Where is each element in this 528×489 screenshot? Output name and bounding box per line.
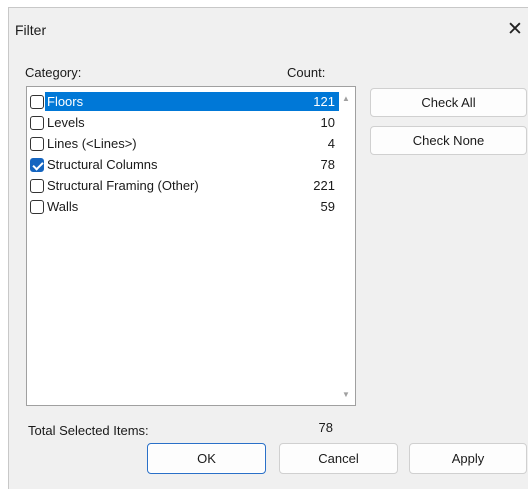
category-label: Lines (<Lines>) (47, 136, 137, 151)
list-item[interactable]: Walls 59 (28, 197, 339, 218)
checkbox[interactable] (30, 95, 44, 109)
list-scrollbar[interactable]: ▲ ▼ (338, 88, 354, 404)
count-column-header: Count: (287, 65, 326, 80)
category-count: 10 (320, 115, 335, 130)
list-item[interactable]: Structural Columns 78 (28, 155, 339, 176)
checkbox[interactable] (30, 137, 44, 151)
category-label: Levels (47, 115, 85, 130)
checkbox[interactable] (30, 158, 44, 172)
scroll-down-icon[interactable]: ▼ (338, 387, 354, 403)
category-count: 221 (313, 178, 335, 193)
category-count: 121 (313, 94, 335, 109)
category-label: Walls (47, 199, 79, 214)
checkbox[interactable] (30, 179, 44, 193)
total-selected-value: 78 (318, 420, 333, 435)
check-all-button[interactable]: Check All (370, 88, 527, 117)
apply-button[interactable]: Apply (409, 443, 527, 474)
category-count: 78 (320, 157, 335, 172)
category-list[interactable]: Floors 121 Levels 10 Lines (<Lines>) 4 Structu… (26, 86, 356, 406)
ok-button[interactable]: OK (147, 443, 266, 474)
category-count: 59 (320, 199, 335, 214)
category-column-header: Category: (25, 65, 82, 80)
category-label: Floors (47, 94, 84, 109)
list-item[interactable]: Floors 121 (28, 92, 339, 113)
list-item[interactable]: Structural Framing (Other) 221 (28, 176, 339, 197)
title-bar: Filter ✕ (9, 8, 528, 48)
category-label: Structural Columns (47, 157, 158, 172)
category-rows: Floors 121 Levels 10 Lines (<Lines>) 4 Structu… (28, 92, 339, 218)
dialog-title: Filter (15, 22, 47, 38)
category-count: 4 (327, 136, 335, 151)
list-item[interactable]: Lines (<Lines>) 4 (28, 134, 339, 155)
list-item[interactable]: Levels 10 (28, 113, 339, 134)
check-none-button[interactable]: Check None (370, 126, 527, 155)
close-icon[interactable]: ✕ (502, 16, 528, 44)
checkbox[interactable] (30, 200, 44, 214)
category-label: Structural Framing (Other) (47, 178, 199, 193)
scroll-up-icon[interactable]: ▲ (338, 91, 354, 107)
checkbox[interactable] (30, 116, 44, 130)
cancel-button[interactable]: Cancel (279, 443, 398, 474)
filter-dialog: Filter ✕ Category: Count: Floors 121 Level… (8, 7, 528, 489)
selection-highlight (45, 92, 339, 111)
total-selected-label: Total Selected Items: (28, 423, 149, 438)
